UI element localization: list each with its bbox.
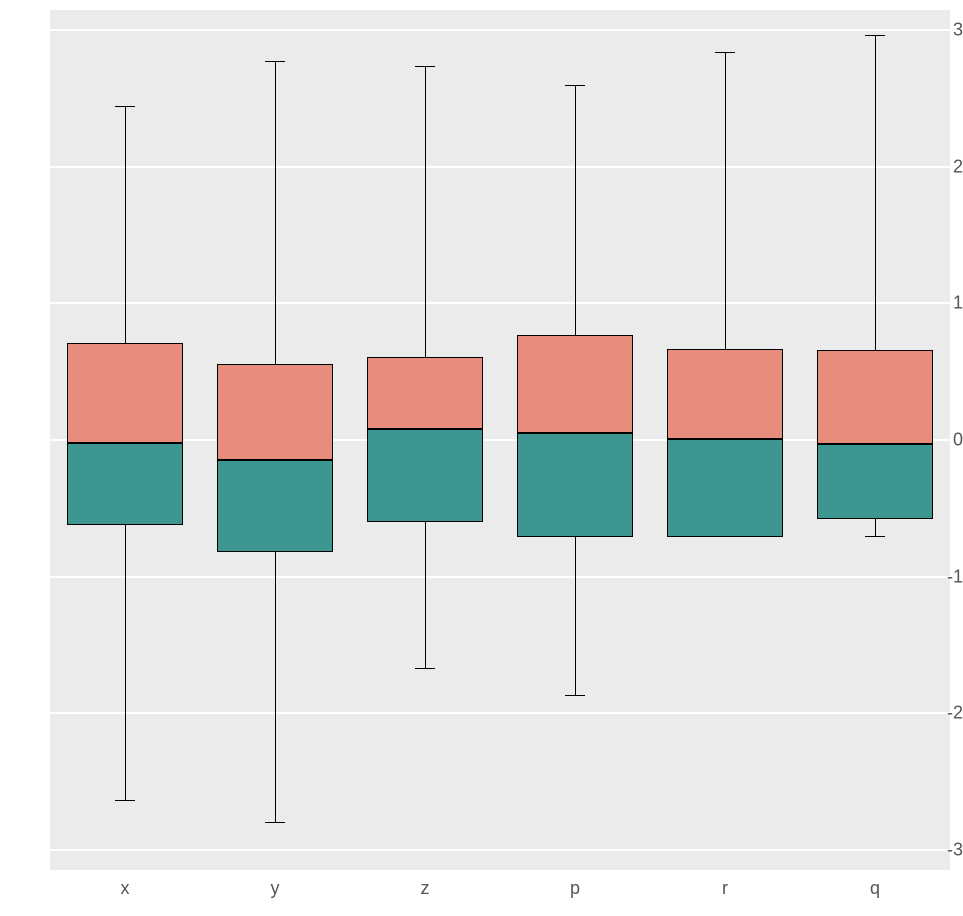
y-tick-label: 0 bbox=[925, 430, 963, 451]
lower-cap bbox=[115, 800, 135, 801]
median-line bbox=[67, 443, 183, 444]
upper-box bbox=[217, 364, 333, 461]
y-tick-label: 3 bbox=[925, 20, 963, 41]
plot-area bbox=[50, 10, 950, 870]
upper-cap bbox=[715, 52, 735, 53]
lower-box bbox=[517, 433, 633, 537]
lower-cap bbox=[415, 668, 435, 669]
lower-whisker bbox=[275, 552, 276, 822]
upper-whisker bbox=[275, 61, 276, 364]
x-tick-label: r bbox=[722, 878, 728, 899]
lower-box bbox=[67, 443, 183, 525]
upper-box bbox=[817, 350, 933, 444]
grid-line bbox=[50, 712, 950, 714]
grid-line bbox=[50, 302, 950, 304]
upper-box bbox=[67, 343, 183, 443]
lower-box bbox=[667, 439, 783, 537]
upper-cap bbox=[115, 106, 135, 107]
grid-line bbox=[50, 849, 950, 851]
grid-line bbox=[50, 29, 950, 31]
median-line bbox=[367, 429, 483, 430]
lower-cap bbox=[265, 822, 285, 823]
upper-box bbox=[517, 335, 633, 433]
y-tick-label: -1 bbox=[925, 566, 963, 587]
upper-whisker bbox=[875, 35, 876, 350]
lower-whisker bbox=[425, 522, 426, 668]
grid-line bbox=[50, 166, 950, 168]
x-tick-label: x bbox=[121, 878, 130, 899]
lower-box bbox=[817, 444, 933, 519]
lower-box bbox=[217, 460, 333, 551]
upper-cap bbox=[265, 61, 285, 62]
upper-whisker bbox=[575, 85, 576, 335]
lower-whisker bbox=[125, 525, 126, 801]
lower-cap bbox=[865, 536, 885, 537]
median-line bbox=[517, 433, 633, 434]
y-tick-label: 2 bbox=[925, 156, 963, 177]
median-line bbox=[217, 460, 333, 461]
upper-box bbox=[367, 357, 483, 429]
x-tick-label: y bbox=[271, 878, 280, 899]
upper-cap bbox=[415, 66, 435, 67]
upper-cap bbox=[565, 85, 585, 86]
lower-whisker bbox=[575, 537, 576, 695]
lower-whisker bbox=[875, 519, 876, 535]
lower-cap bbox=[565, 695, 585, 696]
y-tick-label: 1 bbox=[925, 293, 963, 314]
y-tick-label: -2 bbox=[925, 703, 963, 724]
upper-whisker bbox=[125, 106, 126, 344]
x-tick-label: p bbox=[570, 878, 580, 899]
y-tick-label: -3 bbox=[925, 839, 963, 860]
median-line bbox=[817, 444, 933, 445]
lower-box bbox=[367, 429, 483, 522]
x-tick-label: q bbox=[870, 878, 880, 899]
median-line bbox=[667, 439, 783, 440]
upper-whisker bbox=[425, 66, 426, 357]
boxplot-chart: -3 -2 -1 0 1 2 3 x y z p r q bbox=[0, 0, 963, 916]
x-tick-label: z bbox=[421, 878, 430, 899]
upper-box bbox=[667, 349, 783, 439]
upper-cap bbox=[865, 35, 885, 36]
grid-line bbox=[50, 576, 950, 578]
upper-whisker bbox=[725, 52, 726, 348]
grid-line bbox=[50, 439, 950, 441]
